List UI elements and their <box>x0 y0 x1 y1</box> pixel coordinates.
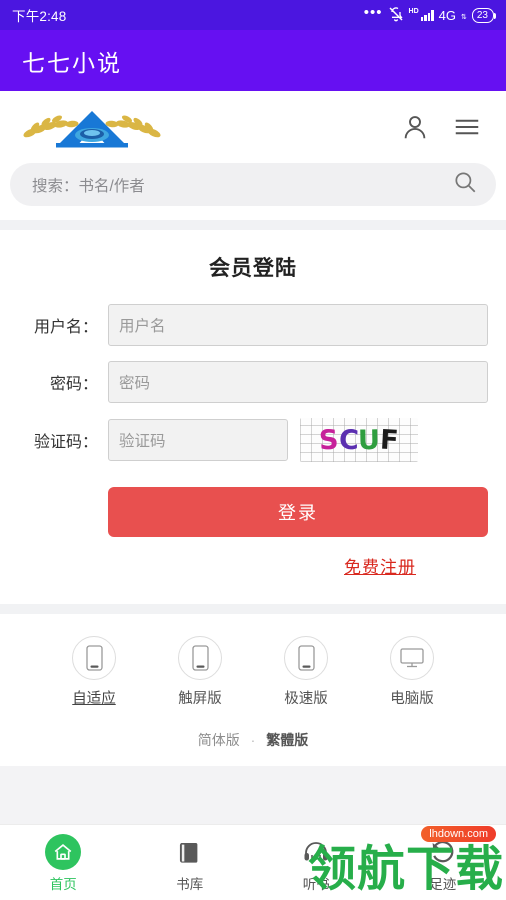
captcha-char-4: F <box>379 424 400 456</box>
history-rotate-left-icon <box>380 832 506 872</box>
language-simplified-link[interactable]: 简体版 <box>198 732 240 748</box>
login-submit-button[interactable]: 登录 <box>108 487 488 537</box>
password-input[interactable]: 密码 <box>108 361 488 403</box>
username-input[interactable]: 用户名 <box>108 304 488 346</box>
nav-item-library[interactable]: 书库 <box>127 832 254 893</box>
section-divider <box>0 220 506 230</box>
hamburger-menu-icon[interactable] <box>452 112 482 147</box>
version-label-lite: 极速版 <box>284 691 328 707</box>
search-input[interactable]: 搜索：书名/作者 <box>32 174 145 196</box>
captcha-row: 验证码： 验证码 S C U F <box>0 418 506 462</box>
status-bar-time: 下午2:48 <box>12 9 67 24</box>
username-row: 用户名： 用户名 <box>0 304 506 346</box>
nav-item-history[interactable]: 足迹 <box>380 832 506 893</box>
user-icon[interactable] <box>400 112 430 147</box>
mobile-phone-icon <box>284 636 328 680</box>
search-icon[interactable] <box>452 169 478 200</box>
login-button-row: 登录 <box>0 477 506 537</box>
site-header <box>0 91 506 157</box>
captcha-char-1: S <box>318 424 340 456</box>
captcha-label: 验证码： <box>33 434 98 451</box>
nav-item-listen[interactable]: 听书 <box>253 832 380 893</box>
app-root: 下午2:48 ••• HD 4G ⇅ 23 七七小说 搜索：书名/作者 会员登陆… <box>0 0 506 900</box>
password-row: 密码： 密码 <box>0 361 506 403</box>
language-traditional-link[interactable]: 繁體版 <box>266 732 308 748</box>
app-title: 七七小说 <box>22 49 122 76</box>
search-bar[interactable]: 搜索：书名/作者 <box>10 163 496 206</box>
signal-bars-icon <box>420 9 434 21</box>
nav-label-library: 书库 <box>176 877 204 892</box>
status-bar-indicators: ••• HD 4G ⇅ 23 <box>363 4 497 25</box>
site-logo[interactable] <box>16 105 168 153</box>
app-title-bar: 七七小说 <box>0 30 506 91</box>
language-separator: · <box>250 732 256 748</box>
book-icon <box>127 832 254 872</box>
nav-item-home[interactable]: 首页 <box>0 832 127 893</box>
register-row: 免费注册 <box>0 537 506 578</box>
section-divider-2 <box>0 604 506 614</box>
language-switch-row: 简体版 · 繁體版 <box>0 724 506 766</box>
nav-label-listen: 听书 <box>302 877 330 892</box>
version-switcher: 自适应 触屏版 极速版 电脑版 <box>0 614 506 724</box>
login-heading: 会员登陆 <box>209 257 297 280</box>
headphones-icon <box>253 832 380 872</box>
battery-indicator: 23 <box>471 7 497 23</box>
version-option-lite[interactable]: 极速版 <box>268 636 344 708</box>
network-type-label: 4G <box>438 7 456 23</box>
captcha-image[interactable]: S C U F <box>300 418 418 462</box>
status-bar: 下午2:48 ••• HD 4G ⇅ 23 <box>0 0 506 30</box>
mobile-phone-icon <box>178 636 222 680</box>
home-icon <box>0 832 127 872</box>
captcha-char-2: C <box>338 424 359 456</box>
search-section: 搜索：书名/作者 <box>0 157 506 220</box>
battery-level: 23 <box>476 9 488 21</box>
hd-label: HD <box>408 7 419 15</box>
desktop-monitor-icon <box>390 636 434 680</box>
version-option-desktop[interactable]: 电脑版 <box>374 636 450 708</box>
login-card: 会员登陆 用户名： 用户名 密码： 密码 验证码： 验证码 S C U F 登录… <box>0 230 506 604</box>
bottom-nav-bar: 首页 书库 听书 足迹 <box>0 824 506 900</box>
nav-label-history: 足迹 <box>429 877 457 892</box>
nav-label-home: 首页 <box>49 877 77 892</box>
mobile-phone-icon <box>72 636 116 680</box>
username-label: 用户名： <box>33 319 98 336</box>
more-dots-icon: ••• <box>363 4 383 21</box>
bell-off-icon <box>388 6 404 25</box>
data-transfer-icon: ⇅ <box>461 14 467 21</box>
version-option-adaptive[interactable]: 自适应 <box>56 636 132 708</box>
captcha-input[interactable]: 验证码 <box>108 419 288 461</box>
version-label-touch: 触屏版 <box>178 691 222 707</box>
version-option-touch[interactable]: 触屏版 <box>162 636 238 708</box>
password-label: 密码： <box>49 376 98 393</box>
free-register-link[interactable]: 免费注册 <box>344 558 416 577</box>
version-label-adaptive: 自适应 <box>72 691 116 707</box>
version-label-desktop: 电脑版 <box>390 691 434 707</box>
captcha-char-3: U <box>358 424 381 456</box>
